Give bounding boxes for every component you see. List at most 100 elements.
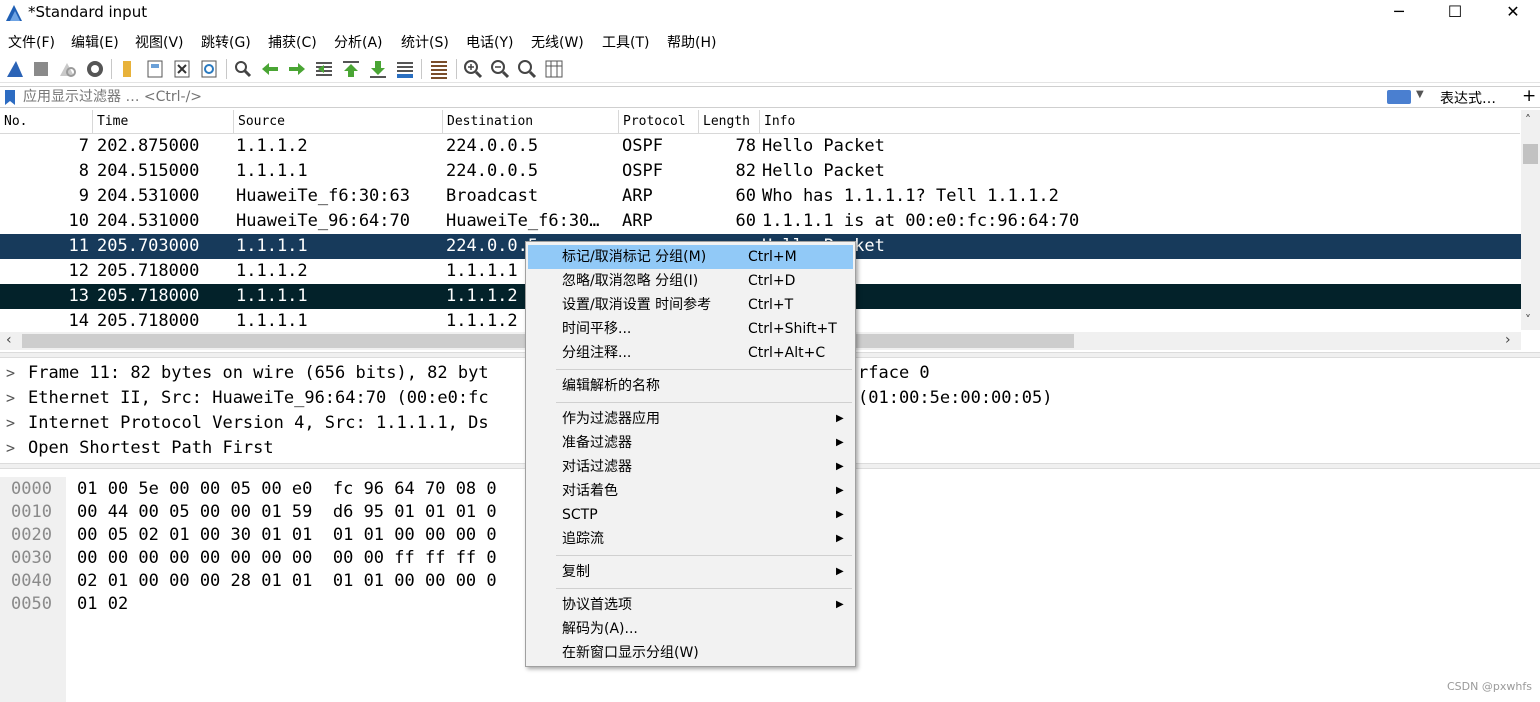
scroll-left-icon[interactable]: ‹	[6, 332, 12, 348]
cell-no: 7	[78, 136, 89, 156]
context-menu-item[interactable]: 时间平移... Ctrl+Shift+T	[528, 317, 853, 341]
menu-wireless[interactable]: 无线(W)	[531, 32, 584, 52]
packet-row[interactable]: 8 204.515000 1.1.1.1 224.0.0.5 OSPF 82 Hello P…	[0, 159, 1521, 184]
packet-row[interactable]: 9 204.531000 HuaweiTe_f6:30:63 Broadcast ARP…	[0, 184, 1521, 209]
context-menu-item[interactable]: 标记/取消标记 分组(M) Ctrl+M	[528, 245, 853, 269]
packet-list-vertical-scrollbar[interactable]: ˄ ˅	[1521, 110, 1540, 330]
menu-file[interactable]: 文件(F)	[8, 32, 55, 52]
cell-info: Hello Packet	[762, 161, 885, 181]
context-menu-item[interactable]: 对话过滤器 ▶	[528, 455, 853, 479]
toolbar-separator	[421, 59, 422, 79]
expand-arrow-icon[interactable]: >	[6, 411, 15, 436]
stop-icon[interactable]	[30, 58, 52, 80]
expression-button[interactable]: 表达式…	[1440, 88, 1496, 108]
menu-item-shortcut: Ctrl+Alt+C	[748, 345, 826, 361]
filter-history-dropdown-icon[interactable]: ▼	[1416, 89, 1424, 100]
packet-row[interactable]: 7 202.875000 1.1.1.2 224.0.0.5 OSPF 78 Hello P…	[0, 134, 1521, 159]
column-info[interactable]: Info	[759, 110, 795, 134]
close-button[interactable]: ✕	[1490, 0, 1536, 26]
cell-time: 204.515000	[97, 161, 200, 181]
context-menu-item[interactable]: 对话着色 ▶	[528, 479, 853, 503]
byte-hex-row[interactable]: 00 44 00 05 00 00 01 59 d6 95 01 01 01 0	[77, 501, 497, 524]
menu-help[interactable]: 帮助(H)	[667, 32, 716, 52]
menu-edit[interactable]: 编辑(E)	[71, 32, 119, 52]
packet-row[interactable]: 10 204.531000 HuaweiTe_96:64:70 HuaweiTe_f6…	[0, 209, 1521, 234]
byte-hex-row[interactable]: 01 02	[77, 593, 128, 616]
menu-view[interactable]: 视图(V)	[135, 32, 184, 52]
context-menu-item[interactable]: 协议首选项 ▶	[528, 593, 853, 617]
close-file-icon[interactable]	[171, 58, 193, 80]
context-menu-item[interactable]: 编辑解析的名称	[528, 374, 853, 398]
context-menu: 标记/取消标记 分组(M) Ctrl+M 忽略/取消忽略 分组(I) Ctrl+D 设置…	[525, 241, 856, 667]
add-filter-button[interactable]: +	[1522, 86, 1536, 106]
zoom-reset-icon[interactable]	[516, 58, 538, 80]
open-icon[interactable]	[116, 58, 138, 80]
context-menu-item[interactable]: 分组注释... Ctrl+Alt+C	[528, 341, 853, 365]
byte-hex-row[interactable]: 02 01 00 00 00 28 01 01 01 01 00 00 00 0	[77, 570, 497, 593]
expand-arrow-icon[interactable]: >	[6, 386, 15, 411]
apply-filter-arrow-icon[interactable]	[1387, 90, 1411, 104]
minimize-button[interactable]: ─	[1376, 0, 1422, 26]
first-packet-icon[interactable]	[340, 58, 362, 80]
zoom-in-icon[interactable]	[462, 58, 484, 80]
expand-arrow-icon[interactable]: >	[6, 436, 15, 461]
menu-go[interactable]: 跳转(G)	[201, 32, 251, 52]
context-menu-item[interactable]: 作为过滤器应用 ▶	[528, 407, 853, 431]
context-menu-item[interactable]: 忽略/取消忽略 分组(I) Ctrl+D	[528, 269, 853, 293]
scroll-thumb[interactable]	[1523, 144, 1538, 164]
submenu-arrow-icon: ▶	[836, 437, 844, 448]
save-icon[interactable]	[144, 58, 166, 80]
context-menu-item[interactable]: 准备过滤器 ▶	[528, 431, 853, 455]
resize-columns-icon[interactable]	[543, 58, 565, 80]
capture-options-icon[interactable]	[84, 58, 106, 80]
menu-item-label: 追踪流	[562, 531, 604, 547]
last-packet-icon[interactable]	[367, 58, 389, 80]
menu-separator	[556, 369, 852, 370]
context-menu-item[interactable]: 复制 ▶	[528, 560, 853, 584]
column-protocol[interactable]: Protocol	[618, 110, 686, 134]
cell-protocol: OSPF	[622, 136, 663, 156]
menu-analyze[interactable]: 分析(A)	[334, 32, 383, 52]
column-no[interactable]: No.	[0, 110, 27, 134]
cell-protocol: ARP	[622, 211, 653, 231]
context-menu-item[interactable]: 追踪流 ▶	[528, 527, 853, 551]
byte-hex-row[interactable]: 00 05 02 01 00 30 01 01 01 01 00 00 00 0	[77, 524, 497, 547]
colorize-icon[interactable]	[428, 58, 450, 80]
goto-packet-icon[interactable]	[313, 58, 335, 80]
scroll-up-icon[interactable]: ˄	[1525, 113, 1531, 127]
column-source[interactable]: Source	[233, 110, 285, 134]
context-menu-item[interactable]: SCTP ▶	[528, 503, 853, 527]
context-menu-item[interactable]: 解码为(A)...	[528, 617, 853, 641]
menu-separator	[556, 588, 852, 589]
cell-length: 60	[735, 211, 756, 231]
scroll-down-icon[interactable]: ˅	[1525, 313, 1531, 327]
restart-icon[interactable]	[56, 58, 78, 80]
column-destination[interactable]: Destination	[442, 110, 533, 134]
cell-no: 9	[78, 186, 89, 206]
reload-icon[interactable]	[198, 58, 220, 80]
column-length[interactable]: Length	[698, 110, 750, 134]
display-filter-input[interactable]	[20, 87, 1380, 107]
forward-icon[interactable]	[286, 58, 308, 80]
byte-hex-row[interactable]: 01 00 5e 00 00 05 00 e0 fc 96 64 70 08 0	[77, 478, 497, 501]
maximize-button[interactable]: ☐	[1432, 0, 1478, 26]
menu-tools[interactable]: 工具(T)	[602, 32, 649, 52]
context-menu-item[interactable]: 在新窗口显示分组(W)	[528, 641, 853, 665]
find-icon[interactable]	[232, 58, 254, 80]
autoscroll-icon[interactable]	[394, 58, 416, 80]
menu-item-label: 时间平移...	[562, 321, 632, 337]
bookmark-icon[interactable]	[3, 89, 17, 106]
zoom-out-icon[interactable]	[489, 58, 511, 80]
menu-statistics[interactable]: 统计(S)	[401, 32, 449, 52]
context-menu-item[interactable]: 设置/取消设置 时间参考 Ctrl+T	[528, 293, 853, 317]
shark-fin-start-icon[interactable]	[4, 58, 26, 80]
back-icon[interactable]	[259, 58, 281, 80]
menu-telephony[interactable]: 电话(Y)	[466, 32, 513, 52]
details-row-text-right: rface 0	[858, 363, 930, 383]
menu-bar: 文件(F) 编辑(E) 视图(V) 跳转(G) 捕获(C) 分析(A) 统计(S…	[0, 29, 1540, 53]
scroll-right-icon[interactable]: ›	[1505, 332, 1511, 348]
column-time[interactable]: Time	[92, 110, 128, 134]
byte-hex-row[interactable]: 00 00 00 00 00 00 00 00 00 00 ff ff ff 0	[77, 547, 497, 570]
menu-capture[interactable]: 捕获(C)	[268, 32, 317, 52]
expand-arrow-icon[interactable]: >	[6, 361, 15, 386]
